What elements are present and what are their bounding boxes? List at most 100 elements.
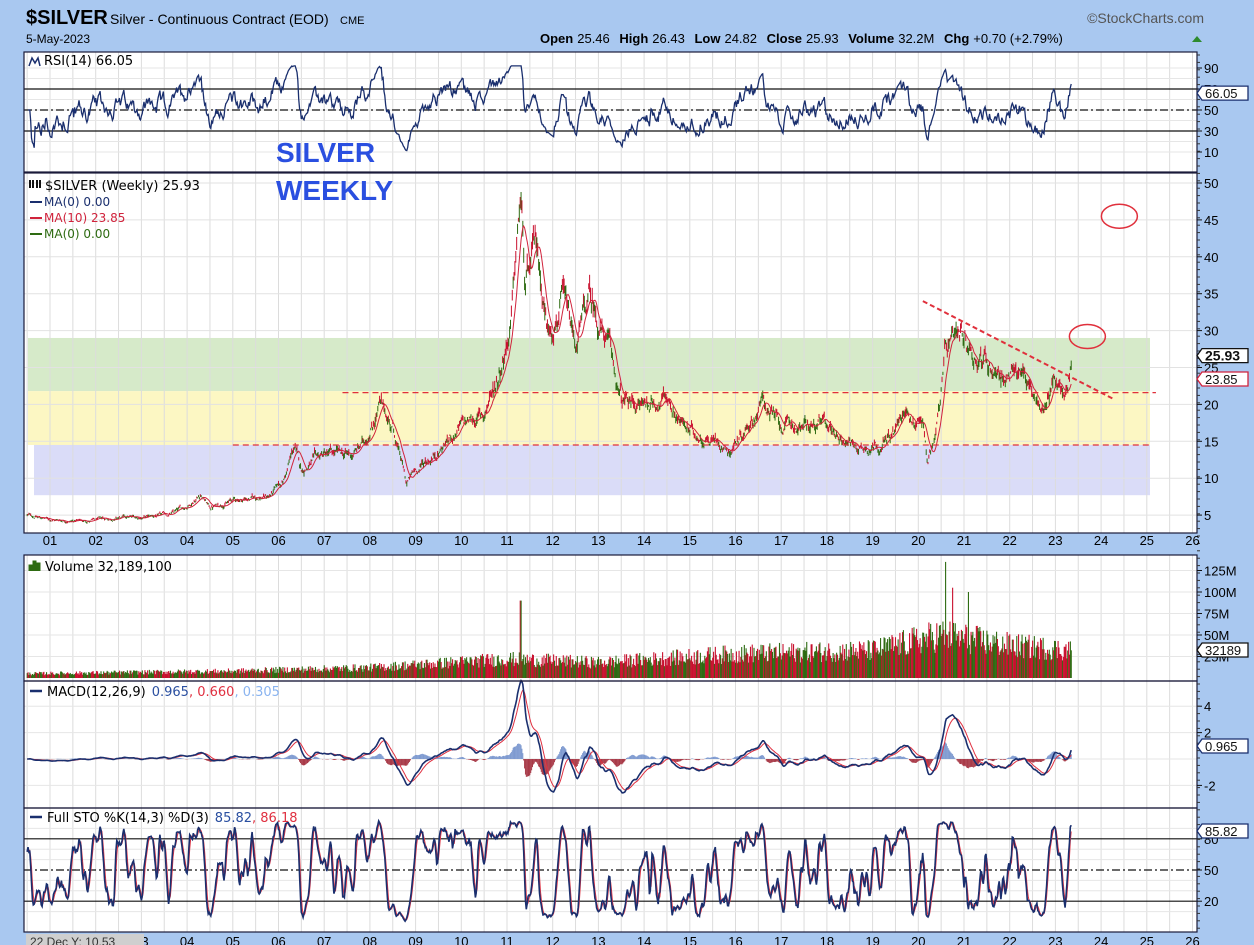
macd-panel: [24, 681, 1197, 808]
svg-text:Full STO %K(14,3) %D(3)85.82,: Full STO %K(14,3) %D(3) 85.82, 86.18: [47, 811, 298, 826]
x-axis-label: 16: [728, 533, 742, 548]
price-legend: $SILVER (Weekly) 25.93: [45, 179, 200, 194]
sto-d-value: , 86.18: [252, 811, 297, 826]
macd-histogram-value: , 0.305: [234, 685, 279, 700]
x-axis-label-bottom: 12: [545, 934, 559, 945]
x-axis-label: 20: [911, 533, 925, 548]
price-axis-label: 50: [1204, 176, 1218, 191]
x-axis-label: 06: [271, 533, 285, 548]
sto-axis-label: 20: [1204, 894, 1218, 909]
volume-value-tag: 32189: [1205, 643, 1241, 658]
x-axis-label: 11: [500, 533, 514, 548]
x-axis-label: 14: [637, 533, 651, 548]
symbol: $SILVER: [26, 7, 108, 29]
sto-legend-name: Full STO %K(14,3) %D(3): [47, 811, 209, 826]
x-axis-label-bottom: 11: [500, 934, 514, 945]
x-axis-label-bottom: 07: [317, 934, 331, 945]
x-axis-label-bottom: 24: [1094, 934, 1108, 945]
x-axis-label: 19: [865, 533, 879, 548]
svg-text:Open25.46 High26.43: Open 25.46 High 26.43 Low 24.82 Close 25.93 …: [540, 31, 1063, 46]
x-axis-label-bottom: 08: [363, 934, 377, 945]
x-axis-label-bottom: 05: [226, 934, 240, 945]
open-label: Open: [540, 31, 573, 46]
x-axis-label-bottom: 04: [180, 934, 194, 945]
open-value: 25.46: [577, 31, 610, 46]
price-axis-label: 40: [1204, 250, 1218, 265]
rsi-panel: [24, 52, 1197, 172]
stockchart: $SILVER Silver - Continuous Contract (EO…: [23, 7, 1249, 945]
sto-k-value: 85.82: [215, 811, 252, 826]
svg-text:MACD(12,26,9)0.965, 0.660, 0.3: MACD(12,26,9) 0.965, 0.660, 0.305: [47, 685, 280, 700]
x-axis-label-bottom: 20: [911, 934, 925, 945]
copyright: ©StockCharts.com: [1087, 10, 1204, 26]
exchange: CME: [340, 15, 364, 27]
sto-axis-label: 50: [1204, 863, 1218, 878]
x-axis-label-bottom: 23: [1048, 934, 1062, 945]
x-axis-label-bottom: 14: [637, 934, 651, 945]
price-axis-label: 10: [1204, 471, 1218, 486]
rsi-value-tag: 66.05: [1205, 86, 1238, 101]
price-axis-label: 35: [1204, 287, 1218, 302]
volume-label: Volume: [848, 31, 894, 46]
x-axis-label: 22: [1002, 533, 1016, 548]
chart-date: 5-May-2023: [26, 32, 90, 46]
x-axis-label-bottom: 21: [957, 934, 971, 945]
macd-axis-label: -2: [1204, 778, 1216, 793]
volume-axis-label: 75M: [1204, 607, 1229, 622]
x-axis-label-bottom: 25: [1140, 934, 1154, 945]
macd-signal-value: , 0.660: [189, 685, 234, 700]
x-axis-label: 03: [134, 533, 148, 548]
volume-axis-label: 50M: [1204, 628, 1229, 643]
macd-value: 0.965: [152, 685, 189, 700]
chg-value: +0.70 (+2.79%): [973, 31, 1063, 46]
chg-label: Chg: [944, 31, 969, 46]
ma10-legend: MA(10) 23.85: [44, 211, 125, 225]
x-axis-label: 13: [591, 533, 605, 548]
x-axis-label: 08: [363, 533, 377, 548]
rsi-axis-label: 90: [1204, 61, 1218, 76]
x-axis-label: 21: [957, 533, 971, 548]
volume-axis-label: 125M: [1204, 564, 1237, 579]
macd-value-tag: 0.965: [1205, 739, 1238, 754]
blue-support-zone: [34, 444, 1150, 496]
x-axis-label: 07: [317, 533, 331, 548]
x-axis-label-bottom: 18: [820, 934, 834, 945]
up-triangle-icon: [1192, 36, 1202, 42]
rsi-axis-label: 50: [1204, 103, 1218, 118]
x-axis-label: 26: [1185, 533, 1199, 548]
ohlc-summary: Open 25.46 High 26.43 Low 24.82 Close 25.93 …: [540, 31, 1063, 46]
x-axis-label-bottom: 09: [408, 934, 422, 945]
cursor-readout: 22 Dec Y: 10.53: [30, 935, 116, 945]
price-axis-label: 5: [1204, 508, 1211, 523]
close-label: Close: [767, 31, 802, 46]
price-axis-label: 45: [1204, 213, 1218, 228]
x-axis-label: 18: [820, 533, 834, 548]
price-axis-label: 15: [1204, 434, 1218, 449]
x-axis-label-bottom: 13: [591, 934, 605, 945]
x-axis-label: 02: [88, 533, 102, 548]
x-axis-label: 10: [454, 533, 468, 548]
x-axis-label: 24: [1094, 533, 1108, 548]
x-axis-label: 12: [545, 533, 559, 548]
x-axis-label-bottom: 15: [683, 934, 697, 945]
yellow-support-zone: [28, 391, 1150, 445]
price-axis-label: 30: [1204, 324, 1218, 339]
ma10-value-tag: 23.85: [1205, 372, 1238, 387]
x-axis-label-bottom: 06: [271, 934, 285, 945]
sto-value-tag: 85.82: [1205, 824, 1238, 839]
volume-axis-label: 100M: [1204, 585, 1237, 600]
x-axis-label: 17: [774, 533, 788, 548]
volume-value: 32.2M: [898, 31, 934, 46]
macd-legend-name: MACD(12,26,9): [47, 685, 146, 700]
high-value: 26.43: [652, 31, 685, 46]
x-axis-label: 05: [226, 533, 240, 548]
x-axis-label-bottom: 22: [1002, 934, 1016, 945]
rsi-axis-label: 30: [1204, 124, 1218, 139]
annotation-silver: SILVER: [276, 137, 375, 168]
low-value: 24.82: [724, 31, 757, 46]
x-axis-label-bottom: 19: [865, 934, 879, 945]
x-axis-label: 04: [180, 533, 194, 548]
x-axis-label-bottom: 10: [454, 934, 468, 945]
high-label: High: [619, 31, 648, 46]
macd-axis-label: 4: [1204, 699, 1211, 714]
